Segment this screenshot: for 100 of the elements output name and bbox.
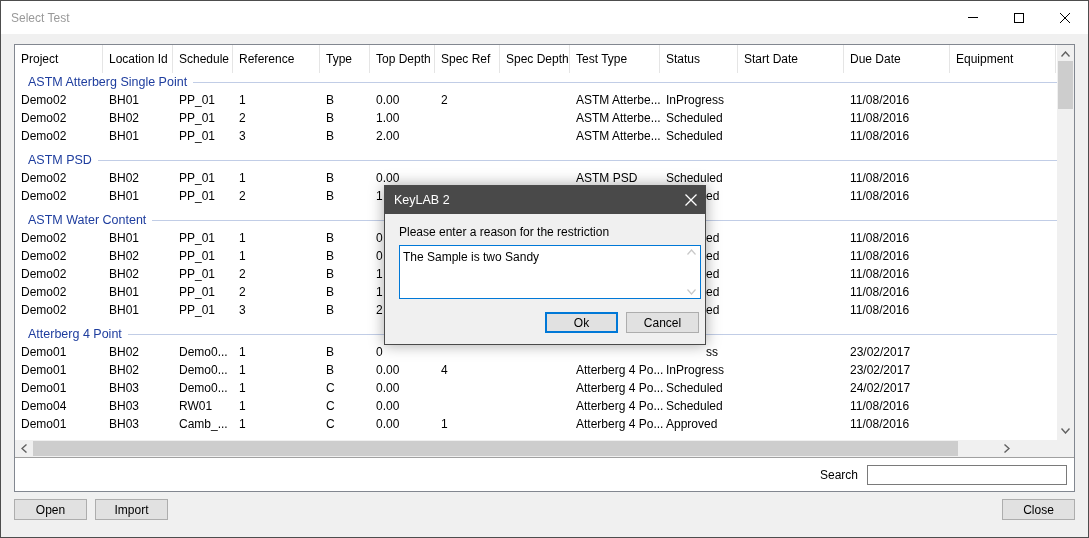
- table-cell: BH01: [109, 285, 140, 299]
- table-cell: 0.00: [376, 381, 400, 395]
- table-cell: 11/08/2016: [850, 417, 910, 431]
- close-icon[interactable]: [1060, 12, 1070, 23]
- table-cell: C: [326, 417, 335, 431]
- search-label: Search: [819, 466, 858, 484]
- table-cell: B: [326, 111, 334, 125]
- column-header[interactable]: Spec Depth: [506, 52, 569, 66]
- column-header[interactable]: Start Date: [744, 52, 799, 66]
- column-header[interactable]: Reference: [239, 52, 295, 66]
- column-header[interactable]: Equipment: [956, 52, 1014, 66]
- table-cell: BH01: [109, 189, 140, 203]
- vertical-scrollbar[interactable]: [1057, 45, 1074, 440]
- table-cell: 0: [376, 249, 383, 263]
- table-cell: 0.00: [376, 171, 400, 185]
- table-cell: PP_01: [179, 267, 216, 281]
- table-cell: 3: [239, 303, 246, 317]
- horizontal-scrollbar[interactable]: [15, 440, 1057, 457]
- table-cell: PP_01: [179, 171, 216, 185]
- table-cell: 2: [239, 267, 246, 281]
- table-cell: Scheduled: [666, 399, 723, 413]
- column-header[interactable]: Top Depth: [376, 52, 431, 66]
- table-cell: 2: [376, 303, 383, 317]
- table-cell: Atterberg 4 Po...: [576, 399, 664, 413]
- table-cell: 0: [376, 345, 383, 359]
- table-cell: Demo02: [21, 129, 67, 143]
- table-cell: BH02: [109, 267, 140, 281]
- table-cell: BH02: [109, 111, 140, 125]
- table-cell: Atterberg 4 Po...: [576, 381, 664, 395]
- table-cell: Scheduled: [666, 381, 723, 395]
- table-cell: Atterberg 4 Po...: [576, 417, 664, 431]
- table-cell: 1: [239, 93, 246, 107]
- table-cell: Demo02: [21, 93, 67, 107]
- table-cell: B: [326, 363, 334, 377]
- column-header[interactable]: Schedule: [179, 52, 230, 66]
- table-cell: Demo01: [21, 345, 67, 359]
- scroll-left-icon[interactable]: [21, 444, 27, 453]
- table-cell: Demo02: [21, 249, 67, 263]
- column-header[interactable]: Project: [21, 52, 59, 66]
- column-header[interactable]: Location Id: [109, 52, 168, 66]
- group-header: ASTM Water Content: [28, 211, 147, 229]
- table-cell: 0.00: [376, 417, 400, 431]
- table-cell: 1: [239, 417, 246, 431]
- search-field[interactable]: [867, 464, 1067, 485]
- table-cell-text: ed: [706, 230, 720, 247]
- table-cell: 1: [239, 381, 246, 395]
- table-cell: BH01: [109, 231, 140, 245]
- column-header[interactable]: Due Date: [850, 52, 901, 66]
- table-cell: 1: [239, 399, 246, 413]
- table-cell: Scheduled: [666, 111, 723, 125]
- table-cell: Demo02: [21, 303, 67, 317]
- footer-button[interactable]: Open: [14, 499, 87, 520]
- column-header[interactable]: Spec Ref: [441, 52, 491, 66]
- table-cell: 1: [376, 285, 383, 299]
- table-cell: BH02: [109, 249, 140, 263]
- scrollbar-thumb[interactable]: [1058, 61, 1073, 109]
- window-title: Select Test: [10, 9, 71, 27]
- table-cell: PP_01: [179, 189, 216, 203]
- table-cell: PP_01: [179, 129, 216, 143]
- table-cell-text: ed: [706, 302, 720, 319]
- table-cell: BH02: [109, 345, 140, 359]
- table-cell: Approved: [666, 417, 718, 431]
- table-cell: 3: [239, 129, 246, 143]
- table-cell: B: [326, 249, 334, 263]
- scroll-down-icon[interactable]: [1061, 428, 1070, 434]
- column-header[interactable]: Status: [666, 52, 701, 66]
- dialog-button[interactable]: Ok: [545, 312, 618, 333]
- scroll-right-icon[interactable]: [1004, 444, 1010, 453]
- table-cell: 11/08/2016: [850, 189, 910, 203]
- table-cell: PP_01: [179, 231, 216, 245]
- close-button[interactable]: Close: [1002, 499, 1075, 520]
- table-cell: Demo0...: [179, 381, 228, 395]
- scrollbar-thumb[interactable]: [33, 441, 958, 456]
- column-header[interactable]: Type: [326, 52, 352, 66]
- table-cell: Atterberg 4 Po...: [576, 363, 664, 377]
- column-header[interactable]: Test Type: [576, 52, 628, 66]
- table-cell: 1: [239, 171, 246, 185]
- table-cell: Scheduled: [666, 129, 723, 143]
- table-cell: 11/08/2016: [850, 285, 910, 299]
- table-cell-text: ed: [706, 188, 720, 205]
- table-cell: Camb_...: [179, 417, 228, 431]
- table-cell: 0.00: [376, 363, 400, 377]
- table-cell-text: ss: [706, 344, 718, 361]
- table-cell: InProgress: [666, 93, 725, 107]
- table-cell: Demo01: [21, 363, 67, 377]
- table-cell: BH02: [109, 171, 140, 185]
- table-cell: Demo02: [21, 285, 67, 299]
- table-cell: ASTM Atterbe...: [576, 129, 661, 143]
- table-cell: B: [326, 93, 334, 107]
- table-cell: 11/08/2016: [850, 249, 910, 263]
- table-cell: BH01: [109, 303, 140, 317]
- table-cell: PP_01: [179, 93, 216, 107]
- table-cell: 1: [376, 189, 383, 203]
- dialog-button[interactable]: Cancel: [626, 312, 699, 333]
- footer-button[interactable]: Import: [95, 499, 168, 520]
- table-cell: InProgress: [666, 363, 725, 377]
- table-cell: ASTM Atterbe...: [576, 111, 661, 125]
- scroll-up-icon[interactable]: [1061, 51, 1070, 57]
- maximize-icon[interactable]: [1014, 12, 1024, 23]
- table-cell: 4: [441, 363, 448, 377]
